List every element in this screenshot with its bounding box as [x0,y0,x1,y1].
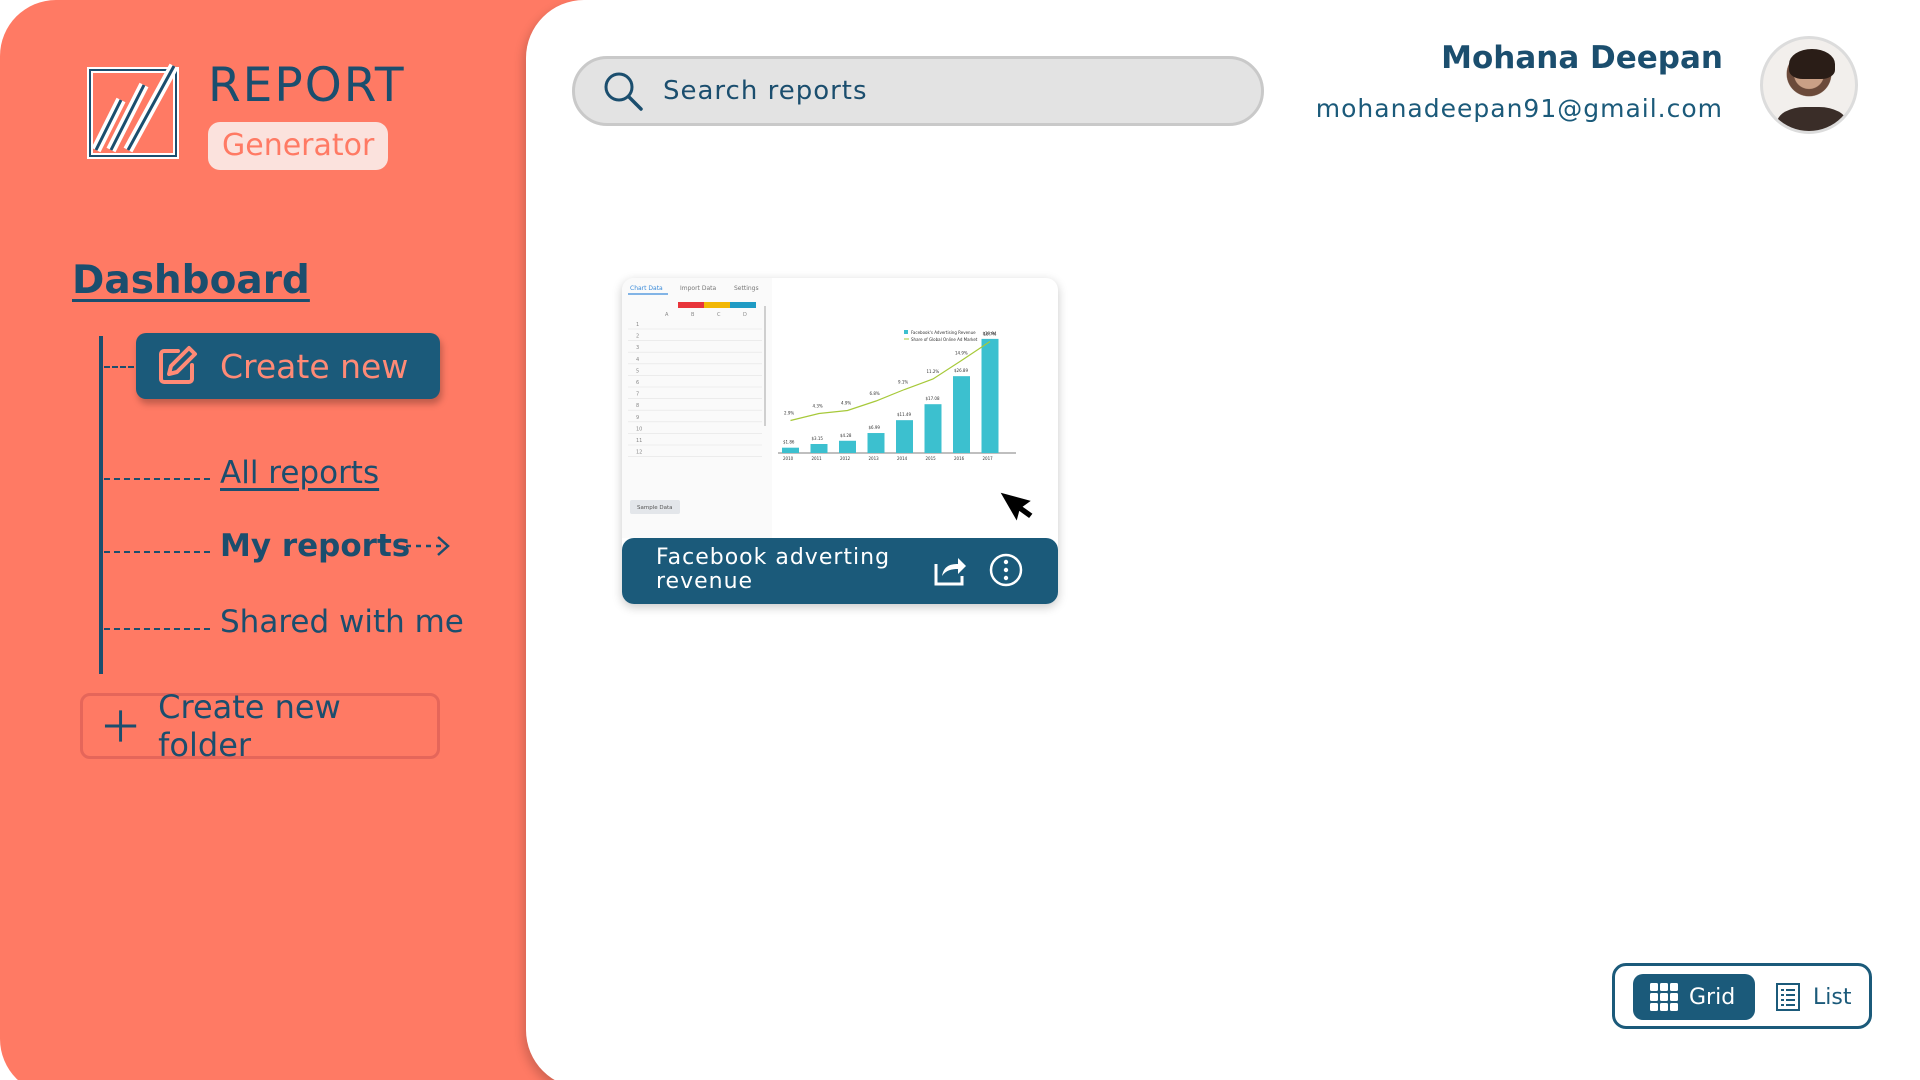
thumb-bar-label: $26.89 [954,368,968,373]
thumb-bar [924,404,942,453]
thumb-row-number: 4 [636,357,639,363]
thumb-bar-label: $1.86 [783,440,795,445]
thumb-bar [981,338,999,453]
thumb-share-label: 18.7% [984,332,997,337]
thumb-column-header: D [743,312,747,318]
app: REPORT Generator Dashboard Create new Al… [0,0,1920,1080]
thumb-year-label: 2017 [983,456,994,461]
more-options-icon[interactable] [988,552,1024,588]
grid-view-button[interactable]: Grid [1633,974,1755,1020]
thumb-year-label: 2013 [869,456,880,461]
thumb-column-header: A [665,312,669,318]
thumb-row-number: 3 [636,345,639,351]
thumb-bar [839,440,856,453]
thumb-row-number: 11 [636,438,642,444]
search-icon [604,72,643,111]
thumb-year-label: 2010 [783,456,794,461]
thumb-share-label: 9.1% [898,380,908,385]
thumb-row-number: 1 [636,322,639,328]
avatar[interactable] [1760,36,1858,134]
thumb-sample-button: Sample Data [637,505,673,511]
nav-tree-connector [104,478,210,480]
thumb-row-number: 5 [636,368,639,374]
thumb-year-label: 2012 [840,456,851,461]
avatar-hair [1789,49,1835,79]
nav-tree-connector [104,366,134,368]
thumb-row-number: 6 [636,380,639,386]
thumb-tab-settings: Settings [734,285,759,292]
report-thumbnail: Chart Data Import Data Settings A B C D1234… [622,278,1033,538]
thumb-legend-revenue: Facebook's Advertising Revenue [911,330,976,335]
plus-icon [104,710,137,742]
nav-tree-connector [104,551,210,553]
thumb-share-label: 6.8% [870,391,880,396]
logo-icon [87,63,179,159]
create-new-button[interactable]: Create new [136,333,440,399]
view-toggle: Grid List [1612,963,1872,1029]
thumb-legend-share: Share of Global Online Ad Market [911,337,978,342]
sidebar-item-all-reports[interactable]: All reports [220,455,379,491]
thumb-bar-label: $4.28 [840,433,852,438]
create-folder-label: Create new folder [158,688,341,764]
cursor-icon [1000,492,1033,521]
thumb-year-label: 2015 [926,456,937,461]
brand-subtitle: Generator [208,122,389,170]
thumb-year-label: 2011 [812,456,823,461]
thumb-bar [896,420,913,453]
edit-icon [159,346,197,384]
thumb-share-label: 11.2% [927,369,940,374]
share-icon[interactable] [932,552,968,588]
create-folder-button[interactable]: Create new folder [80,688,440,764]
thumb-scrollbar [764,306,766,426]
list-icon [1776,983,1800,1011]
avatar-body [1777,107,1847,131]
arrow-right-icon [406,536,450,556]
thumb-year-label: 2016 [954,456,965,461]
thumb-row-number: 2 [636,334,639,340]
thumb-legend-swatch [904,330,908,334]
list-view-button[interactable]: List [1775,974,1865,1020]
thumb-bar [782,447,799,453]
search-input[interactable] [663,76,1223,106]
list-label: List [1813,984,1852,1010]
thumb-bar-label: $17.08 [926,396,940,401]
thumb-share-label: 14.9% [955,351,968,356]
search-bar[interactable] [572,56,1264,126]
sidebar-item-shared-with-me[interactable]: Shared with me [220,604,464,640]
thumb-bar [953,376,970,453]
grid-icon [1650,983,1678,1011]
thumb-chart: $1.86 2010 2.9% $3.15 2011 4.3% $4.28 2012 4.9% $… [778,330,1016,461]
thumb-tab-import-data: Import Data [680,285,716,292]
thumb-bar-label: $3.15 [812,436,824,441]
thumb-bar-label: $6.99 [869,425,881,430]
report-card[interactable]: Chart Data Import Data Settings ABCD1234… [622,278,1058,604]
sidebar-item-my-reports[interactable]: My reports [220,528,410,564]
thumb-share-label: 4.9% [841,401,851,406]
thumb-row-number: 10 [636,426,642,432]
user-email: mohanadeepan91@gmail.com [1315,94,1723,123]
thumb-row-number: 7 [636,392,639,398]
thumb-share-label: 2.9% [784,411,794,416]
create-new-label: Create new [220,346,409,386]
thumb-column-header: B [691,312,695,318]
thumb-row-number: 8 [636,403,639,409]
thumb-share-label: 4.3% [813,404,823,409]
thumb-year-label: 2014 [897,456,908,461]
nav-tree-connector [104,628,210,630]
brand-title: REPORT [208,58,406,113]
nav-tree-line [99,336,103,674]
thumb-row-number: 9 [636,415,639,421]
thumb-bar [810,444,828,453]
thumb-bar-label: $11.49 [897,412,911,417]
report-title: Facebook adverting revenue [656,545,891,594]
thumb-bar [867,433,885,453]
grid-label: Grid [1689,984,1736,1010]
thumb-column-header: C [717,312,721,318]
report-card-footer: Facebook adverting revenue [622,538,1058,604]
sidebar: REPORT Generator Dashboard Create new Al… [0,0,600,1080]
thumb-row-number: 12 [636,450,642,456]
dashboard-link[interactable]: Dashboard [72,258,310,303]
thumb-tab-chart-data: Chart Data [630,285,663,292]
user-name: Mohana Deepan [1441,40,1723,76]
